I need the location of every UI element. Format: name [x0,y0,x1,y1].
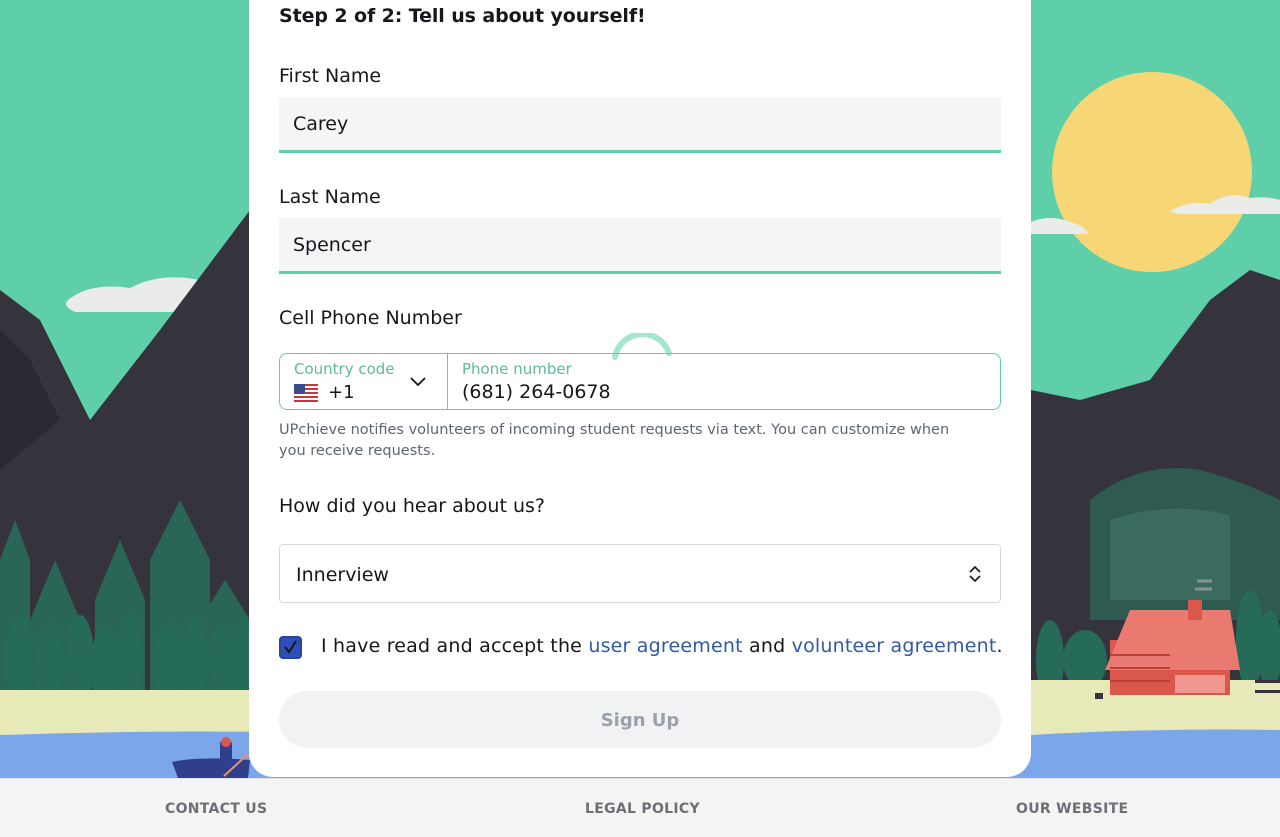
phone-input-group: Country code +1 Phone number (681) 264-0… [279,353,1001,410]
signup-card: Step 2 of 2: Tell us about yourself! Fir… [249,0,1031,777]
footer-legal-link[interactable]: LEGAL POLICY [585,801,700,817]
us-flag-icon [294,384,318,402]
agreement-suffix: . [996,635,1003,657]
last-name-label: Last Name [279,186,381,208]
phone-number-input[interactable]: Phone number (681) 264-0678 [448,354,1000,409]
select-arrows-icon [969,565,981,583]
phone-helper-text: UPchieve notifies volunteers of incoming… [279,422,950,459]
checkmark-icon [284,640,297,654]
referral-label: How did you hear about us? [279,495,545,517]
country-code-label: Country code [294,360,395,378]
referral-select-value: Innerview [296,564,389,586]
agreement-prefix: I have read and accept the [321,635,583,657]
agreement-middle: and [749,635,786,657]
first-name-field[interactable] [279,97,1001,153]
first-name-label: First Name [279,65,382,87]
country-code-value: +1 [328,382,355,403]
last-name-field[interactable] [279,218,1001,274]
country-code-select[interactable]: Country code +1 [280,354,448,409]
agreement-text: I have read and accept the user agreemen… [321,635,1003,657]
volunteer-agreement-link[interactable]: volunteer agreement [792,635,997,657]
step-title: Step 2 of 2: Tell us about yourself! [279,5,646,27]
referral-select[interactable]: Innerview [279,544,1001,603]
agreement-checkbox[interactable] [279,636,302,659]
chevron-down-icon[interactable] [409,374,427,388]
footer-contact-link[interactable]: CONTACT US [165,801,267,817]
user-agreement-link[interactable]: user agreement [588,635,742,657]
footer: CONTACT US LEGAL POLICY OUR WEBSITE [0,778,1280,837]
last-name-input[interactable] [279,218,1001,271]
phone-label: Cell Phone Number [279,307,462,329]
first-name-input[interactable] [279,97,1001,150]
phone-number-value: (681) 264-0678 [462,381,611,403]
sign-up-button[interactable]: Sign Up [279,691,1001,748]
footer-website-link[interactable]: OUR WEBSITE [1016,801,1128,817]
sun [1052,72,1252,272]
phone-number-label: Phone number [462,360,572,378]
